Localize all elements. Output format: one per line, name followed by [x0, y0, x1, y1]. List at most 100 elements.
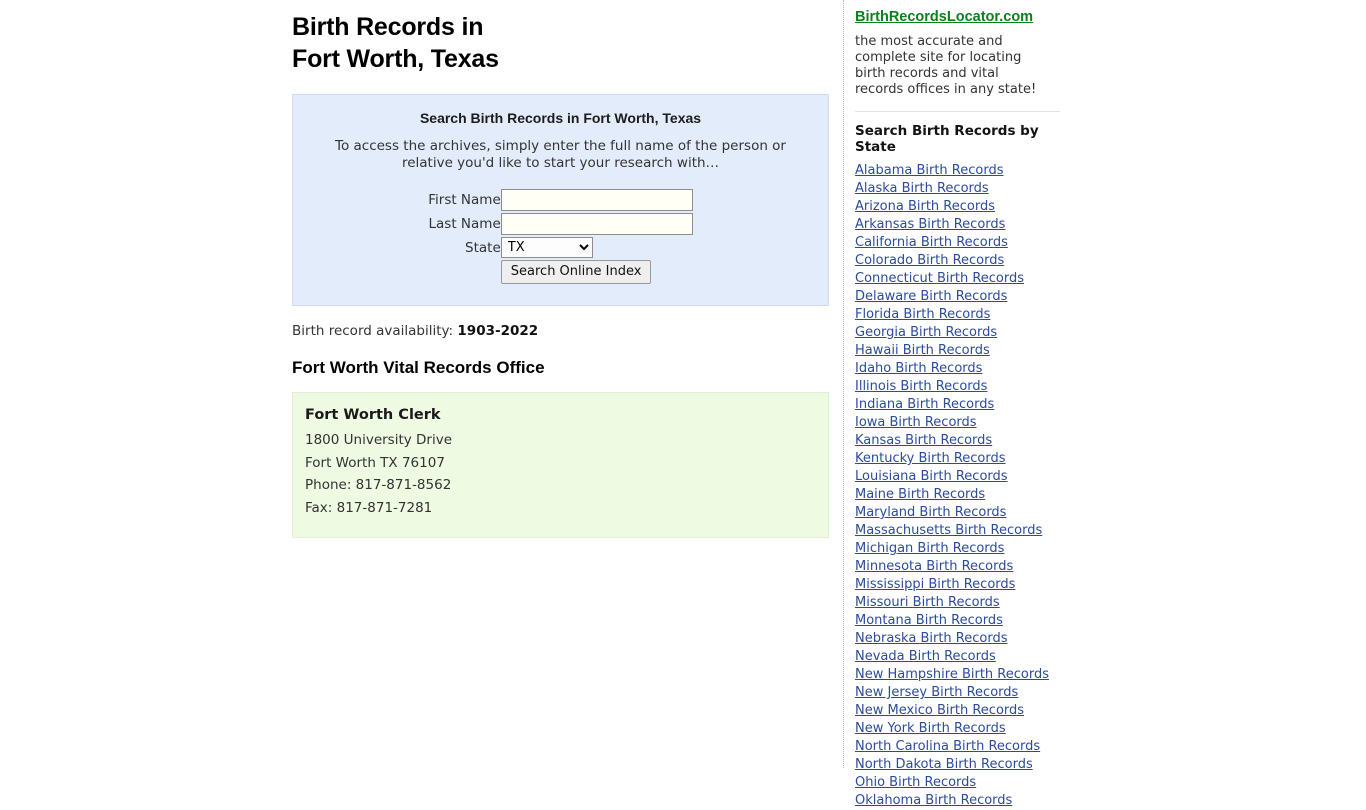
last-name-label: Last Name	[428, 216, 501, 232]
list-item: Arkansas Birth Records	[855, 216, 1065, 234]
state-link[interactable]: Georgia Birth Records	[855, 324, 997, 342]
office-card: Fort Worth Clerk 1800 University Drive F…	[292, 392, 829, 538]
list-item: Kentucky Birth Records	[855, 450, 1065, 468]
state-link[interactable]: Kansas Birth Records	[855, 432, 992, 450]
state-link[interactable]: Arkansas Birth Records	[855, 216, 1005, 234]
state-link[interactable]: North Dakota Birth Records	[855, 756, 1033, 774]
office-address-line: 1800 University Drive	[305, 432, 453, 448]
list-item: Indiana Birth Records	[855, 396, 1065, 414]
state-link[interactable]: Colorado Birth Records	[855, 252, 1004, 270]
state-link[interactable]: New York Birth Records	[855, 720, 1006, 738]
state-link[interactable]: Nevada Birth Records	[855, 648, 996, 666]
list-item: Nebraska Birth Records	[855, 630, 1065, 648]
list-item: Alaska Birth Records	[855, 180, 1065, 198]
state-link[interactable]: North Carolina Birth Records	[855, 738, 1040, 756]
list-item: Alabama Birth Records	[855, 162, 1065, 180]
state-link[interactable]: New Jersey Birth Records	[855, 684, 1018, 702]
list-item: Iowa Birth Records	[855, 414, 1065, 432]
page-root: Birth Records in Fort Worth, Texas Searc…	[0, 0, 1366, 808]
sidebar-divider	[855, 111, 1060, 112]
list-item: Mississippi Birth Records	[855, 576, 1065, 594]
list-item: New York Birth Records	[855, 720, 1065, 738]
list-item: Kansas Birth Records	[855, 432, 1065, 450]
brand-link[interactable]: BirthRecordsLocator.com	[855, 9, 1033, 25]
list-item: Louisiana Birth Records	[855, 468, 1065, 486]
state-link[interactable]: Alabama Birth Records	[855, 162, 1003, 180]
search-online-index-button[interactable]: Search Online Index	[500, 260, 652, 284]
state-link[interactable]: Florida Birth Records	[855, 306, 990, 324]
state-row: State TX	[428, 236, 693, 259]
state-link[interactable]: Mississippi Birth Records	[855, 576, 1015, 594]
list-item: Colorado Birth Records	[855, 252, 1065, 270]
first-name-input[interactable]	[500, 189, 693, 211]
state-link[interactable]: Maryland Birth Records	[855, 504, 1006, 522]
list-item: Arizona Birth Records	[855, 198, 1065, 216]
office-name: Fort Worth Clerk	[305, 407, 441, 423]
list-item: Montana Birth Records	[855, 612, 1065, 630]
list-item: Michigan Birth Records	[855, 540, 1065, 558]
state-link[interactable]: Nebraska Birth Records	[855, 630, 1008, 648]
list-item: Maine Birth Records	[855, 486, 1065, 504]
submit-cell: Search Online Index	[500, 259, 693, 285]
list-item: Ohio Birth Records	[855, 774, 1065, 792]
office-section-heading: Fort Worth Vital Records Office	[292, 358, 545, 377]
state-select[interactable]: TX	[500, 237, 593, 258]
search-form: First Name Last Name State TX Search Onl…	[428, 188, 693, 285]
list-item: Maryland Birth Records	[855, 504, 1065, 522]
page-title-line-2: Fort Worth, Texas	[292, 45, 499, 73]
left-gutter	[0, 0, 292, 768]
list-item: Connecticut Birth Records	[855, 270, 1065, 288]
submit-spacer	[428, 259, 501, 285]
list-item: Missouri Birth Records	[855, 594, 1065, 612]
search-panel-heading: Search Birth Records in Fort Worth, Texa…	[419, 110, 702, 126]
list-item: Illinois Birth Records	[855, 378, 1065, 396]
state-link[interactable]: New Mexico Birth Records	[855, 702, 1024, 720]
list-item: Delaware Birth Records	[855, 288, 1065, 306]
state-link[interactable]: Indiana Birth Records	[855, 396, 994, 414]
state-link[interactable]: Massachusetts Birth Records	[855, 522, 1042, 540]
last-name-cell	[500, 212, 693, 236]
state-link[interactable]: Delaware Birth Records	[855, 288, 1007, 306]
state-link[interactable]: Missouri Birth Records	[855, 594, 1000, 612]
brand-blurb: the most accurate and complete site for …	[855, 34, 1037, 97]
sidebar-heading: Search Birth Records by State	[855, 123, 1039, 155]
office-phone-line: Phone: 817-871-8562	[305, 477, 452, 493]
first-name-row: First Name	[428, 188, 693, 212]
state-link[interactable]: Alaska Birth Records	[855, 180, 989, 198]
availability-line: Birth record availability: 1903-2022	[292, 323, 843, 339]
state-link[interactable]: Minnesota Birth Records	[855, 558, 1013, 576]
list-item: Georgia Birth Records	[855, 324, 1065, 342]
sidebar: BirthRecordsLocator.com the most accurat…	[843, 0, 1366, 808]
state-link[interactable]: Hawaii Birth Records	[855, 342, 990, 360]
list-item: New Mexico Birth Records	[855, 702, 1065, 720]
state-link[interactable]: Idaho Birth Records	[855, 360, 982, 378]
state-link[interactable]: Maine Birth Records	[855, 486, 985, 504]
first-name-cell	[500, 188, 693, 212]
state-link[interactable]: Louisiana Birth Records	[855, 468, 1008, 486]
search-panel-blurb: To access the archives, simply enter the…	[335, 138, 786, 171]
first-name-label: First Name	[428, 192, 501, 208]
last-name-input[interactable]	[500, 213, 693, 235]
office-fax-line: Fax: 817-871-7281	[305, 499, 433, 516]
list-item: North Dakota Birth Records	[855, 756, 1065, 774]
state-cell: TX	[500, 236, 693, 259]
list-item: Florida Birth Records	[855, 306, 1065, 324]
list-item: New Hampshire Birth Records	[855, 666, 1065, 684]
state-link[interactable]: Michigan Birth Records	[855, 540, 1004, 558]
search-panel: Search Birth Records in Fort Worth, Texa…	[292, 94, 829, 306]
state-link[interactable]: Ohio Birth Records	[855, 774, 976, 792]
availability-value: 1903-2022	[457, 323, 539, 339]
state-link[interactable]: Kentucky Birth Records	[855, 450, 1006, 468]
state-link[interactable]: Iowa Birth Records	[855, 414, 977, 432]
state-links-list: Alabama Birth Records Alaska Birth Record…	[855, 162, 1065, 810]
state-link[interactable]: California Birth Records	[855, 234, 1008, 252]
state-link[interactable]: Connecticut Birth Records	[855, 270, 1024, 288]
state-link[interactable]: Oklahoma Birth Records	[855, 792, 1012, 810]
state-link[interactable]: Arizona Birth Records	[855, 198, 995, 216]
availability-label: Birth record availability:	[292, 323, 454, 339]
last-name-row: Last Name	[428, 212, 693, 236]
state-link[interactable]: New Hampshire Birth Records	[855, 666, 1049, 684]
state-label: State	[465, 239, 501, 256]
state-link[interactable]: Montana Birth Records	[855, 612, 1003, 630]
state-link[interactable]: Illinois Birth Records	[855, 378, 987, 396]
